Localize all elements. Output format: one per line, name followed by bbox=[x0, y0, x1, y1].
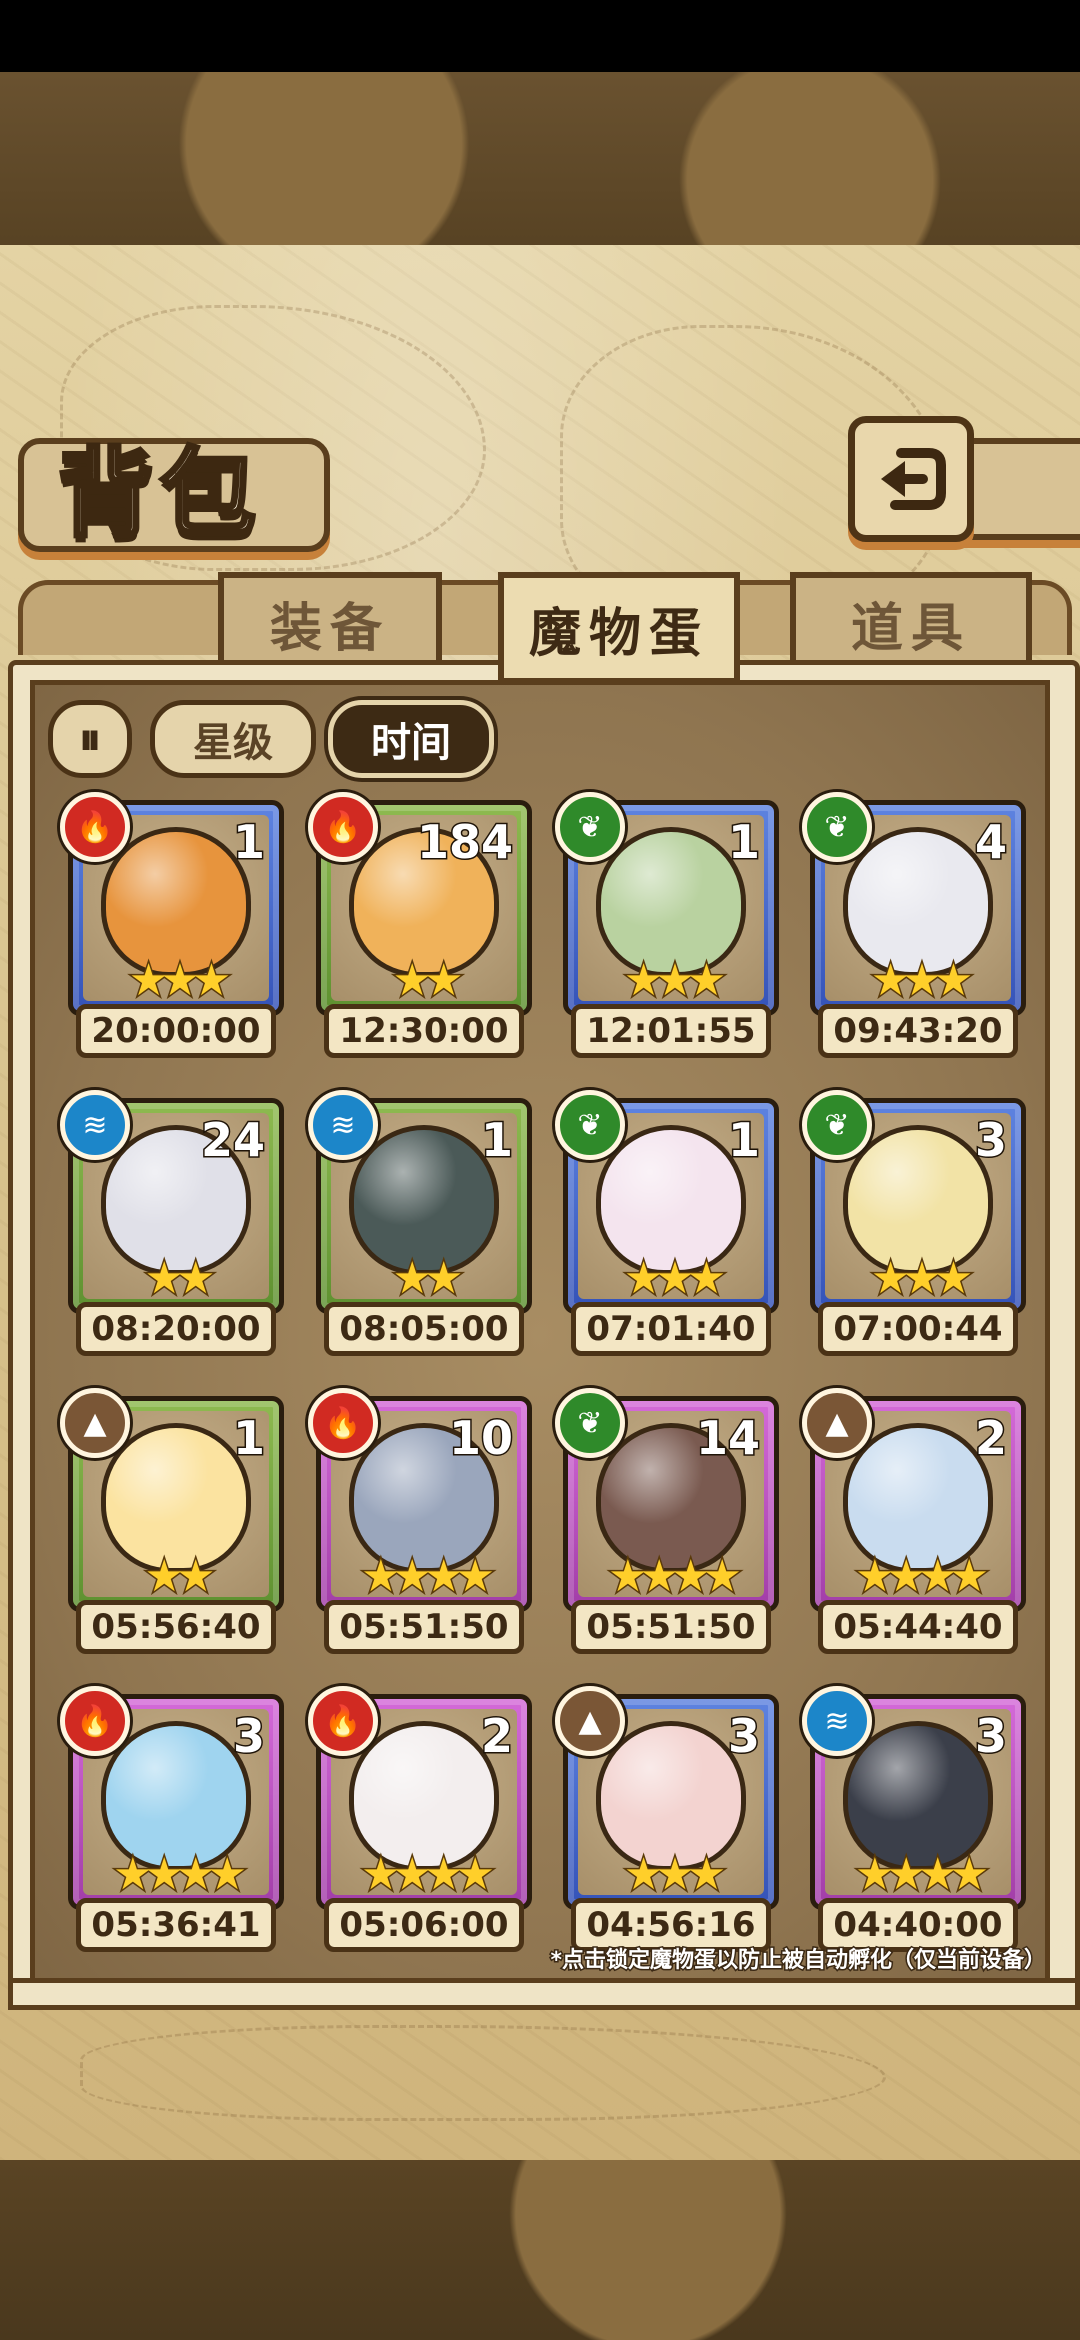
star-rating: ★★★★ bbox=[112, 1849, 249, 1900]
egg-count: 184 bbox=[415, 814, 514, 871]
mountain-icon: ▲ bbox=[802, 1388, 872, 1458]
egg-count: 10 bbox=[447, 1410, 514, 1467]
star-rating: ★★ bbox=[143, 1551, 217, 1602]
star-rating: ★★★ bbox=[869, 955, 974, 1006]
hatch-timer: 12:01:55 bbox=[571, 1004, 771, 1058]
fire-icon: 🔥 bbox=[308, 1388, 378, 1458]
hatch-timer: 05:56:40 bbox=[76, 1600, 276, 1654]
tab-monster-eggs[interactable]: 魔物蛋 bbox=[498, 572, 740, 684]
egg-count: 1 bbox=[479, 1112, 514, 1169]
tab-label: 魔物蛋 bbox=[528, 603, 709, 664]
sort-by-star-label: 星级 bbox=[193, 720, 273, 766]
water-wave-icon: ≋ bbox=[308, 1090, 378, 1160]
tab-label: 道具 bbox=[850, 598, 971, 659]
tab-items[interactable]: 道具 bbox=[790, 572, 1032, 668]
sort-order-button[interactable]: ⏸ bbox=[48, 700, 132, 778]
back-arrow-icon bbox=[881, 448, 946, 510]
star-rating: ★★★★ bbox=[854, 1551, 991, 1602]
egg-count: 1 bbox=[726, 1112, 761, 1169]
sort-order-icon: ⏸ bbox=[79, 713, 101, 765]
sort-by-time-label: 时间 bbox=[371, 720, 451, 766]
egg-count: 4 bbox=[973, 814, 1008, 871]
panel-bottom-rail bbox=[8, 1978, 1080, 2010]
map-background-bottom bbox=[0, 2160, 1080, 2340]
egg-count: 24 bbox=[199, 1112, 266, 1169]
back-button-rail bbox=[960, 438, 1080, 540]
egg-count: 3 bbox=[973, 1112, 1008, 1169]
star-rating: ★★★★ bbox=[607, 1551, 744, 1602]
fire-icon: 🔥 bbox=[308, 1686, 378, 1756]
tab-label: 装备 bbox=[269, 598, 390, 659]
egg-count: 1 bbox=[231, 814, 266, 871]
egg-count: 1 bbox=[231, 1410, 266, 1467]
sort-by-time-button[interactable]: 时间 bbox=[328, 700, 494, 778]
hatch-timer: 05:51:50 bbox=[571, 1600, 771, 1654]
hatch-timer: 05:51:50 bbox=[324, 1600, 524, 1654]
star-rating: ★★★★ bbox=[854, 1849, 991, 1900]
star-rating: ★★ bbox=[391, 955, 465, 1006]
star-rating: ★★★ bbox=[622, 1849, 727, 1900]
egg-count: 1 bbox=[726, 814, 761, 871]
hatch-timer: 12:30:00 bbox=[324, 1004, 524, 1058]
hatch-timer: 05:44:40 bbox=[818, 1600, 1018, 1654]
leaf-icon: ❦ bbox=[555, 792, 625, 862]
leaf-icon: ❦ bbox=[555, 1090, 625, 1160]
page-title: 背包 bbox=[56, 436, 262, 552]
sort-by-star-button[interactable]: 星级 bbox=[150, 700, 316, 778]
hatch-timer: 20:00:00 bbox=[76, 1004, 276, 1058]
egg-count: 2 bbox=[973, 1410, 1008, 1467]
hatch-timer: 08:05:00 bbox=[324, 1302, 524, 1356]
egg-count: 3 bbox=[726, 1708, 761, 1765]
hatch-timer: 08:20:00 bbox=[76, 1302, 276, 1356]
hatch-timer: 05:06:00 bbox=[324, 1898, 524, 1952]
hatch-timer: 09:43:20 bbox=[818, 1004, 1018, 1058]
tab-equipment[interactable]: 装备 bbox=[218, 572, 442, 668]
hatch-timer: 07:00:44 bbox=[818, 1302, 1018, 1356]
star-rating: ★★★ bbox=[622, 1253, 727, 1304]
star-rating: ★★★ bbox=[622, 955, 727, 1006]
star-rating: ★★★★ bbox=[360, 1551, 497, 1602]
egg-count: 3 bbox=[973, 1708, 1008, 1765]
lock-hint-note: *点击锁定魔物蛋以防止被自动孵化（仅当前设备） bbox=[549, 1947, 1048, 1975]
hatch-timer: 07:01:40 bbox=[571, 1302, 771, 1356]
map-deco bbox=[80, 2025, 886, 2121]
egg-count: 2 bbox=[479, 1708, 514, 1765]
leaf-icon: ❦ bbox=[802, 792, 872, 862]
star-rating: ★★ bbox=[143, 1253, 217, 1304]
fire-icon: 🔥 bbox=[60, 792, 130, 862]
map-background-top bbox=[0, 72, 1080, 252]
egg-count: 3 bbox=[231, 1708, 266, 1765]
back-button[interactable] bbox=[848, 416, 974, 542]
star-rating: ★★★ bbox=[127, 955, 232, 1006]
water-wave-icon: ≋ bbox=[802, 1686, 872, 1756]
leaf-icon: ❦ bbox=[802, 1090, 872, 1160]
egg-count: 14 bbox=[694, 1410, 761, 1467]
leaf-icon: ❦ bbox=[555, 1388, 625, 1458]
hatch-timer: 05:36:41 bbox=[76, 1898, 276, 1952]
water-wave-icon: ≋ bbox=[60, 1090, 130, 1160]
status-bar bbox=[0, 0, 1080, 72]
star-rating: ★★★ bbox=[869, 1253, 974, 1304]
mountain-icon: ▲ bbox=[60, 1388, 130, 1458]
fire-icon: 🔥 bbox=[308, 792, 378, 862]
star-rating: ★★ bbox=[391, 1253, 465, 1304]
fire-icon: 🔥 bbox=[60, 1686, 130, 1756]
mountain-icon: ▲ bbox=[555, 1686, 625, 1756]
backpack-screen: 背包 装备 魔物蛋 道具 ⏸ 星级 时间 1 ★★★ 🔥 20:00:00 184 ★★ 🔥… bbox=[0, 0, 1080, 2340]
star-rating: ★★★★ bbox=[360, 1849, 497, 1900]
